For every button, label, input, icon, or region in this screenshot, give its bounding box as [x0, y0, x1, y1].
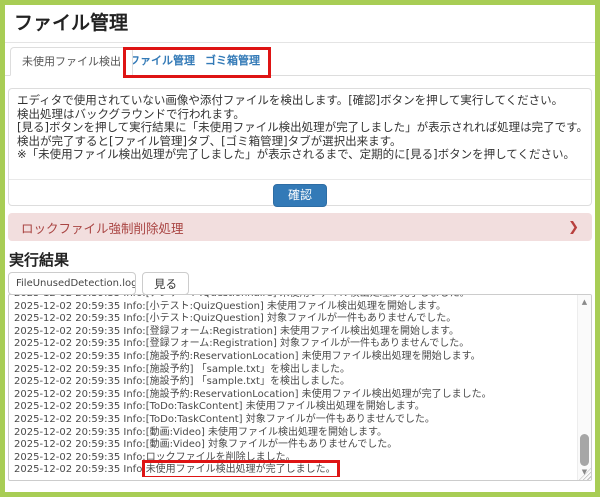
log-line: 2025-12-02 20:59:35 Info:[動画:Video] 対象ファ… [14, 439, 576, 452]
lock-file-force-delete-panel[interactable]: ロックファイル強制削除処理 ❯ [8, 213, 592, 241]
page-title: ファイル管理 [14, 8, 128, 35]
log-file-select[interactable]: FileUnusedDetection.log ▾ [8, 272, 136, 295]
log-line: 2025-12-02 20:59:35 Info:[施設予約] 「sample.… [14, 364, 576, 377]
log-line: 2025-12-02 20:59:35 Info:[ToDo:TaskConte… [14, 414, 576, 427]
results-heading: 実行結果 [9, 249, 69, 270]
log-line: 2025-12-02 20:59:35 Info:[小テスト:QuizQuest… [14, 301, 576, 314]
log-line: 2025-12-02 20:59:35 Info:[施設予約] 「sample.… [14, 376, 576, 389]
log-line: 2025-12-02 20:59:35 Info:[登録フォーム:Registr… [14, 326, 576, 339]
tab-trash-management[interactable]: ゴミ箱管理 [205, 47, 260, 76]
panel-divider [9, 179, 591, 180]
log-line: 2025-12-02 20:59:35 Info:[アンケート:Question… [14, 294, 576, 301]
description-line: 検出処理はバックグラウンドで行われます。 [17, 108, 583, 122]
description-panel: エディタで使用されていない画像や添付ファイルを検出します。[確認]ボタンを押して… [8, 88, 592, 206]
log-line: 2025-12-02 20:59:35 Info:[施設予約:Reservati… [14, 389, 576, 402]
log-scrollbar[interactable]: ▲ ▼ [577, 295, 591, 480]
scrollbar-thumb[interactable] [580, 434, 589, 466]
log-controls: FileUnusedDetection.log ▾ 見る [8, 272, 189, 295]
log-line: 2025-12-02 20:59:35 Info:[ToDo:TaskConte… [14, 401, 576, 414]
annotation-box-completed-message: 未使用ファイル検出処理が完了しました。 [146, 464, 336, 475]
log-output-textarea[interactable]: 2025-12-02 20:59:35 Info:[アンケート:Question… [8, 294, 592, 481]
log-line: 2025-12-02 20:59:35 Info:[施設予約:Reservati… [14, 351, 576, 364]
tab-file-management[interactable]: ファイル管理 [129, 47, 195, 76]
description-line: 検出が完了すると[ファイル管理]タブ、[ゴミ箱管理]タブが選択出来ます。 [17, 135, 583, 149]
log-line: 2025-12-02 20:59:35 Info:[小テスト:QuizQuest… [14, 313, 576, 326]
log-line: 2025-12-02 20:59:35 Info:[動画:Video] 未使用フ… [14, 427, 576, 440]
chevron-right-icon: ❯ [568, 220, 579, 235]
log-line: 2025-12-02 20:59:35 Info:[登録フォーム:Registr… [14, 338, 576, 351]
scroll-up-icon[interactable]: ▲ [578, 296, 591, 309]
description-line: [見る]ボタンを押して実行結果に「未使用ファイル検出処理が完了しました」が表示さ… [17, 121, 583, 135]
description-line: エディタで使用されていない画像や添付ファイルを検出します。[確認]ボタンを押して… [17, 94, 583, 108]
log-line-completed: 2025-12-02 20:59:35 Info:未使用ファイル検出処理が完了し… [14, 464, 576, 477]
title-divider [5, 42, 595, 43]
lock-panel-label: ロックファイル強制削除処理 [21, 218, 184, 237]
description-line: ※「未使用ファイル検出処理が完了しました」が表示されるまで、定期的に[見る]ボタ… [17, 148, 583, 162]
confirm-button-row: 確認 [9, 184, 591, 207]
log-file-select-value: FileUnusedDetection.log [16, 278, 136, 289]
description-text: エディタで使用されていない画像や添付ファイルを検出します。[確認]ボタンを押して… [9, 89, 591, 167]
confirm-button[interactable]: 確認 [273, 184, 327, 207]
tab-unused-file-detection[interactable]: 未使用ファイル検出 [10, 47, 133, 76]
view-button[interactable]: 見る [142, 272, 189, 295]
tab-bar: 未使用ファイル検出 ファイル管理 ゴミ箱管理 [5, 47, 595, 76]
log-content: 2025-12-02 20:59:35 Info:[アンケート:Question… [9, 294, 576, 477]
file-management-page: ファイル管理 未使用ファイル検出 ファイル管理 ゴミ箱管理 エディタで使用されて… [0, 0, 600, 497]
log-line: 2025-12-02 20:59:35 Info:ロックファイルを削除しました。 [14, 452, 576, 465]
